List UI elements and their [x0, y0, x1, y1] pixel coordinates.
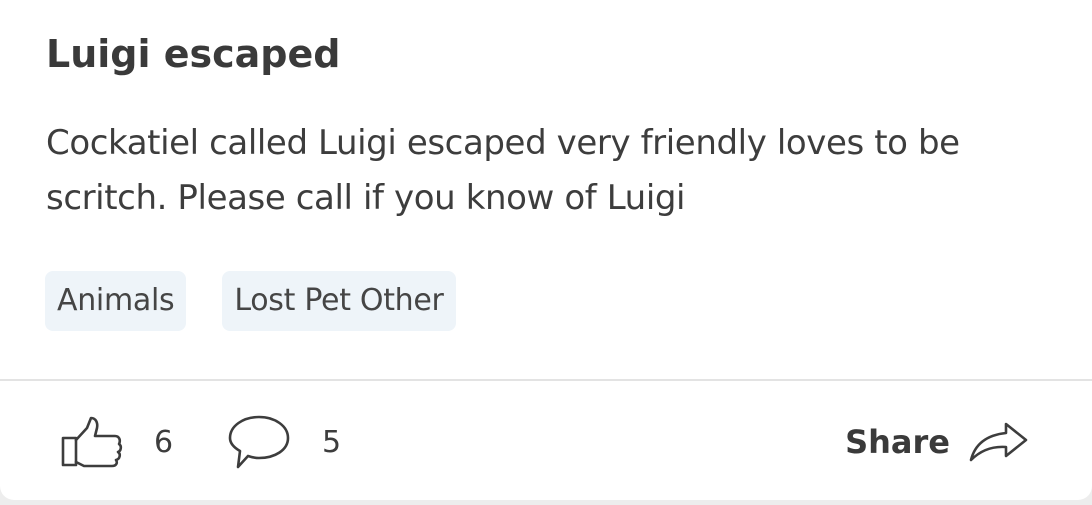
divider: [0, 379, 1092, 381]
share-button[interactable]: Share: [845, 412, 1030, 472]
share-arrow-icon: [968, 420, 1030, 464]
share-label: Share: [845, 423, 950, 461]
thumbs-up-icon: [60, 416, 124, 468]
comment-button[interactable]: 5: [226, 412, 341, 472]
like-button[interactable]: 6: [60, 412, 173, 472]
post-body: Cockatiel called Luigi escaped very frie…: [46, 123, 960, 218]
comment-count: 5: [322, 424, 342, 460]
speech-bubble-icon: [226, 413, 292, 471]
post-title: Luigi escaped: [46, 32, 341, 76]
tag-animals[interactable]: Animals: [45, 271, 187, 331]
post-card: Luigi escaped Cockatiel called Luigi esc…: [0, 0, 1092, 500]
tag-list: Animals Lost Pet Other: [45, 271, 456, 331]
tag-lost-pet-other[interactable]: Lost Pet Other: [222, 271, 456, 331]
like-count: 6: [154, 424, 174, 460]
